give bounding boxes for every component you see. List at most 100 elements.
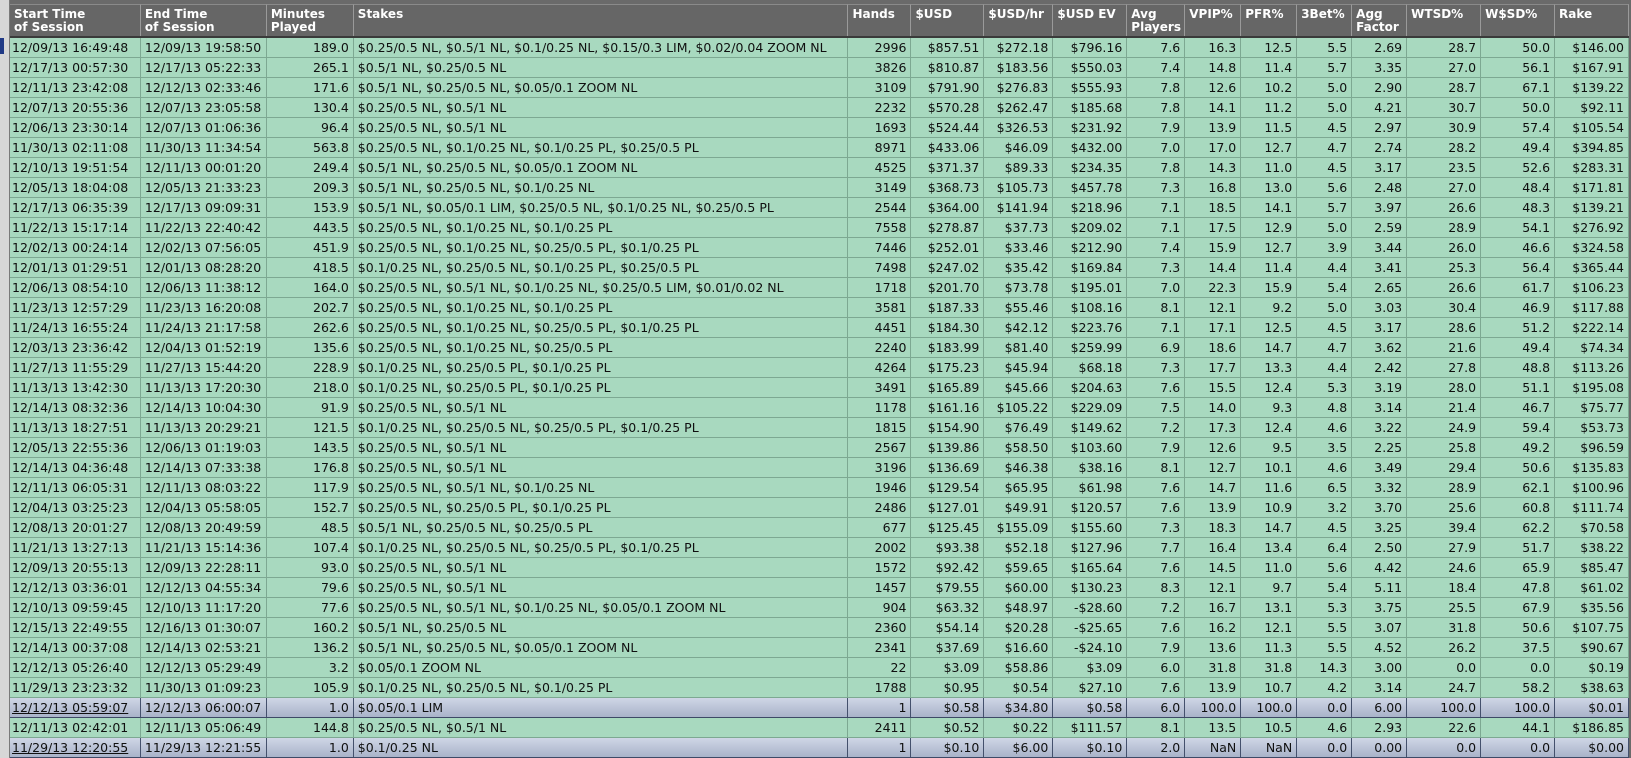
table-row[interactable]: 12/05/13 22:55:36 12/06/13 01:19:03 143.5 $… [10, 438, 1629, 458]
cell-usd_ev: $231.92 [1053, 118, 1128, 137]
cell-stakes: $0.5/1 NL, $0.25/0.5 NL [354, 58, 849, 77]
cell-rake: $146.00 [1555, 38, 1629, 57]
cell-stakes: $0.25/0.5 NL, $0.1/0.25 NL, $0.25/0.5 PL… [354, 318, 849, 337]
table-row[interactable]: 12/02/13 00:24:14 12/02/13 07:56:05 451.9 $… [10, 238, 1629, 258]
cell-end: 12/04/13 05:58:05 [141, 498, 267, 517]
table-row[interactable]: 12/12/13 05:59:07 12/12/13 06:00:07 1.0 $0.… [10, 698, 1629, 718]
column-header-agg[interactable]: Agg Factor [1352, 4, 1408, 36]
cell-wtsd: 30.7 [1407, 98, 1482, 117]
cell-minutes: 218.0 [267, 378, 354, 397]
cell-wsd: 50.0 [1481, 38, 1556, 57]
cell-usd: $184.30 [911, 318, 985, 337]
cell-usd: $247.02 [911, 258, 985, 277]
table-row[interactable]: 11/23/13 12:57:29 11/23/13 16:20:08 202.7 $… [10, 298, 1629, 318]
column-header-start[interactable]: Start Time of Session [10, 4, 141, 36]
session-results-table[interactable]: Start Time of Session End Time of Session… [10, 4, 1629, 758]
cell-rake: $0.00 [1555, 738, 1629, 757]
cell-threebet: 3.9 [1297, 238, 1353, 257]
table-row[interactable]: 12/04/13 03:25:23 12/04/13 05:58:05 152.7 $… [10, 498, 1629, 518]
cell-avg_players: 7.6 [1127, 498, 1186, 517]
table-row[interactable]: 12/14/13 04:36:48 12/14/13 07:33:38 176.8 $… [10, 458, 1629, 478]
table-row[interactable]: 11/13/13 13:42:30 11/13/13 17:20:30 218.0 $… [10, 378, 1629, 398]
cell-agg: 0.00 [1352, 738, 1408, 757]
cell-end: 11/13/13 17:20:30 [141, 378, 267, 397]
cell-minutes: 77.6 [267, 598, 354, 617]
cell-rake: $0.19 [1555, 658, 1629, 677]
table-row[interactable]: 11/30/13 02:11:08 11/30/13 11:34:54 563.8 $… [10, 138, 1629, 158]
cell-vpip: 13.9 [1185, 118, 1242, 137]
column-header-threebet[interactable]: 3Bet% [1297, 4, 1353, 36]
table-row[interactable]: 11/13/13 18:27:51 11/13/13 20:29:21 121.5 $… [10, 418, 1629, 438]
table-row[interactable]: 11/22/13 15:17:14 11/22/13 22:40:42 443.5 $… [10, 218, 1629, 238]
column-header-usd_hr[interactable]: $USD/hr [984, 4, 1054, 36]
column-header-minutes[interactable]: Minutes Played [266, 4, 354, 36]
cell-agg: 3.17 [1352, 318, 1408, 337]
cell-vpip: 16.3 [1185, 38, 1242, 57]
cell-wsd: 47.8 [1481, 578, 1556, 597]
table-row[interactable]: 11/24/13 16:55:24 11/24/13 21:17:58 262.6 $… [10, 318, 1629, 338]
cell-pfr: 12.4 [1241, 418, 1298, 437]
cell-vpip: 14.8 [1185, 58, 1242, 77]
table-row[interactable]: 12/01/13 01:29:51 12/01/13 08:28:20 418.5 $… [10, 258, 1629, 278]
table-row[interactable]: 12/17/13 06:35:39 12/17/13 09:09:31 153.9 $… [10, 198, 1629, 218]
table-row[interactable]: 12/10/13 09:59:45 12/10/13 11:17:20 77.6 $0… [10, 598, 1629, 618]
cell-usd: $136.69 [911, 458, 985, 477]
panel-tab-marker [0, 38, 4, 54]
table-row[interactable]: 12/06/13 23:30:14 12/07/13 01:06:36 96.4 $0… [10, 118, 1629, 138]
table-row[interactable]: 12/10/13 19:51:54 12/11/13 00:01:20 249.4 $… [10, 158, 1629, 178]
table-row[interactable]: 12/05/13 18:04:08 12/05/13 21:33:23 209.3 $… [10, 178, 1629, 198]
cell-usd_ev: $195.01 [1053, 278, 1128, 297]
table-row[interactable]: 11/21/13 13:27:13 11/21/13 15:14:36 107.4 $… [10, 538, 1629, 558]
table-row[interactable]: 12/12/13 03:36:01 12/12/13 04:55:34 79.6 $0… [10, 578, 1629, 598]
cell-usd: $0.58 [911, 698, 985, 717]
cell-usd_hr: $60.00 [984, 578, 1054, 597]
cell-minutes: 1.0 [267, 698, 354, 717]
table-row[interactable]: 12/03/13 23:36:42 12/04/13 01:52:19 135.6 $… [10, 338, 1629, 358]
cell-rake: $394.85 [1555, 138, 1629, 157]
cell-avg_players: 7.3 [1127, 518, 1186, 537]
column-header-hands[interactable]: Hands [848, 4, 912, 36]
table-row[interactable]: 12/14/13 08:32:36 12/14/13 10:04:30 91.9 $0… [10, 398, 1629, 418]
cell-start: 12/09/13 20:55:13 [10, 558, 141, 577]
cell-wtsd: 30.4 [1407, 298, 1482, 317]
column-header-rake[interactable]: Rake [1555, 4, 1629, 36]
table-row[interactable]: 12/09/13 16:49:48 12/09/13 19:58:50 189.0 $… [10, 38, 1629, 58]
column-header-stakes[interactable]: Stakes [353, 4, 849, 36]
table-row[interactable]: 12/07/13 20:55:36 12/07/13 23:05:58 130.4 $… [10, 98, 1629, 118]
cell-usd_hr: $58.86 [984, 658, 1054, 677]
column-header-vpip[interactable]: VPIP% [1185, 4, 1242, 36]
table-row[interactable]: 11/29/13 12:20:55 11/29/13 12:21:55 1.0 $0.… [10, 738, 1629, 758]
table-row[interactable]: 12/15/13 22:49:55 12/16/13 01:30:07 160.2 $… [10, 618, 1629, 638]
cell-minutes: 176.8 [267, 458, 354, 477]
cell-avg_players: 7.0 [1127, 138, 1186, 157]
table-row[interactable]: 12/11/13 02:42:01 12/11/13 05:06:49 144.8 $… [10, 718, 1629, 738]
cell-wsd: 51.7 [1481, 538, 1556, 557]
column-header-avg_players[interactable]: Avg Players [1127, 4, 1186, 36]
cell-usd: $161.16 [911, 398, 985, 417]
cell-rake: $90.67 [1555, 638, 1629, 657]
cell-rake: $222.14 [1555, 318, 1629, 337]
table-row[interactable]: 11/29/13 23:23:32 11/30/13 01:09:23 105.9 $… [10, 678, 1629, 698]
cell-wsd: 0.0 [1481, 658, 1556, 677]
cell-threebet: 6.4 [1297, 538, 1353, 557]
column-header-usd_ev[interactable]: $USD EV [1053, 4, 1128, 36]
column-header-wsd[interactable]: W$SD% [1481, 4, 1556, 36]
table-row[interactable]: 11/27/13 11:55:29 11/27/13 15:44:20 228.9 $… [10, 358, 1629, 378]
cell-agg: 4.52 [1352, 638, 1408, 657]
table-row[interactable]: 12/08/13 20:01:27 12/08/13 20:49:59 48.5 $0… [10, 518, 1629, 538]
cell-threebet: 4.4 [1297, 358, 1353, 377]
table-row[interactable]: 12/11/13 06:05:31 12/11/13 08:03:22 117.9 $… [10, 478, 1629, 498]
table-row[interactable]: 12/17/13 00:57:30 12/17/13 05:22:33 265.1 $… [10, 58, 1629, 78]
table-row[interactable]: 12/12/13 05:26:40 12/12/13 05:29:49 3.2 $0.… [10, 658, 1629, 678]
column-header-wtsd[interactable]: WTSD% [1407, 4, 1482, 36]
cell-end: 11/27/13 15:44:20 [141, 358, 267, 377]
table-row[interactable]: 12/11/13 23:42:08 12/12/13 02:33:46 171.6 $… [10, 78, 1629, 98]
table-row[interactable]: 12/06/13 08:54:10 12/06/13 11:38:12 164.0 $… [10, 278, 1629, 298]
column-header-usd[interactable]: $USD [911, 4, 985, 36]
column-header-end[interactable]: End Time of Session [140, 4, 267, 36]
cell-avg_players: 7.5 [1127, 398, 1186, 417]
cell-stakes: $0.25/0.5 NL, $0.1/0.25 NL, $0.25/0.5 PL [354, 338, 849, 357]
table-row[interactable]: 12/09/13 20:55:13 12/09/13 22:28:11 93.0 $0… [10, 558, 1629, 578]
table-row[interactable]: 12/14/13 00:37:08 12/14/13 02:53:21 136.2 $… [10, 638, 1629, 658]
column-header-pfr[interactable]: PFR% [1241, 4, 1298, 36]
